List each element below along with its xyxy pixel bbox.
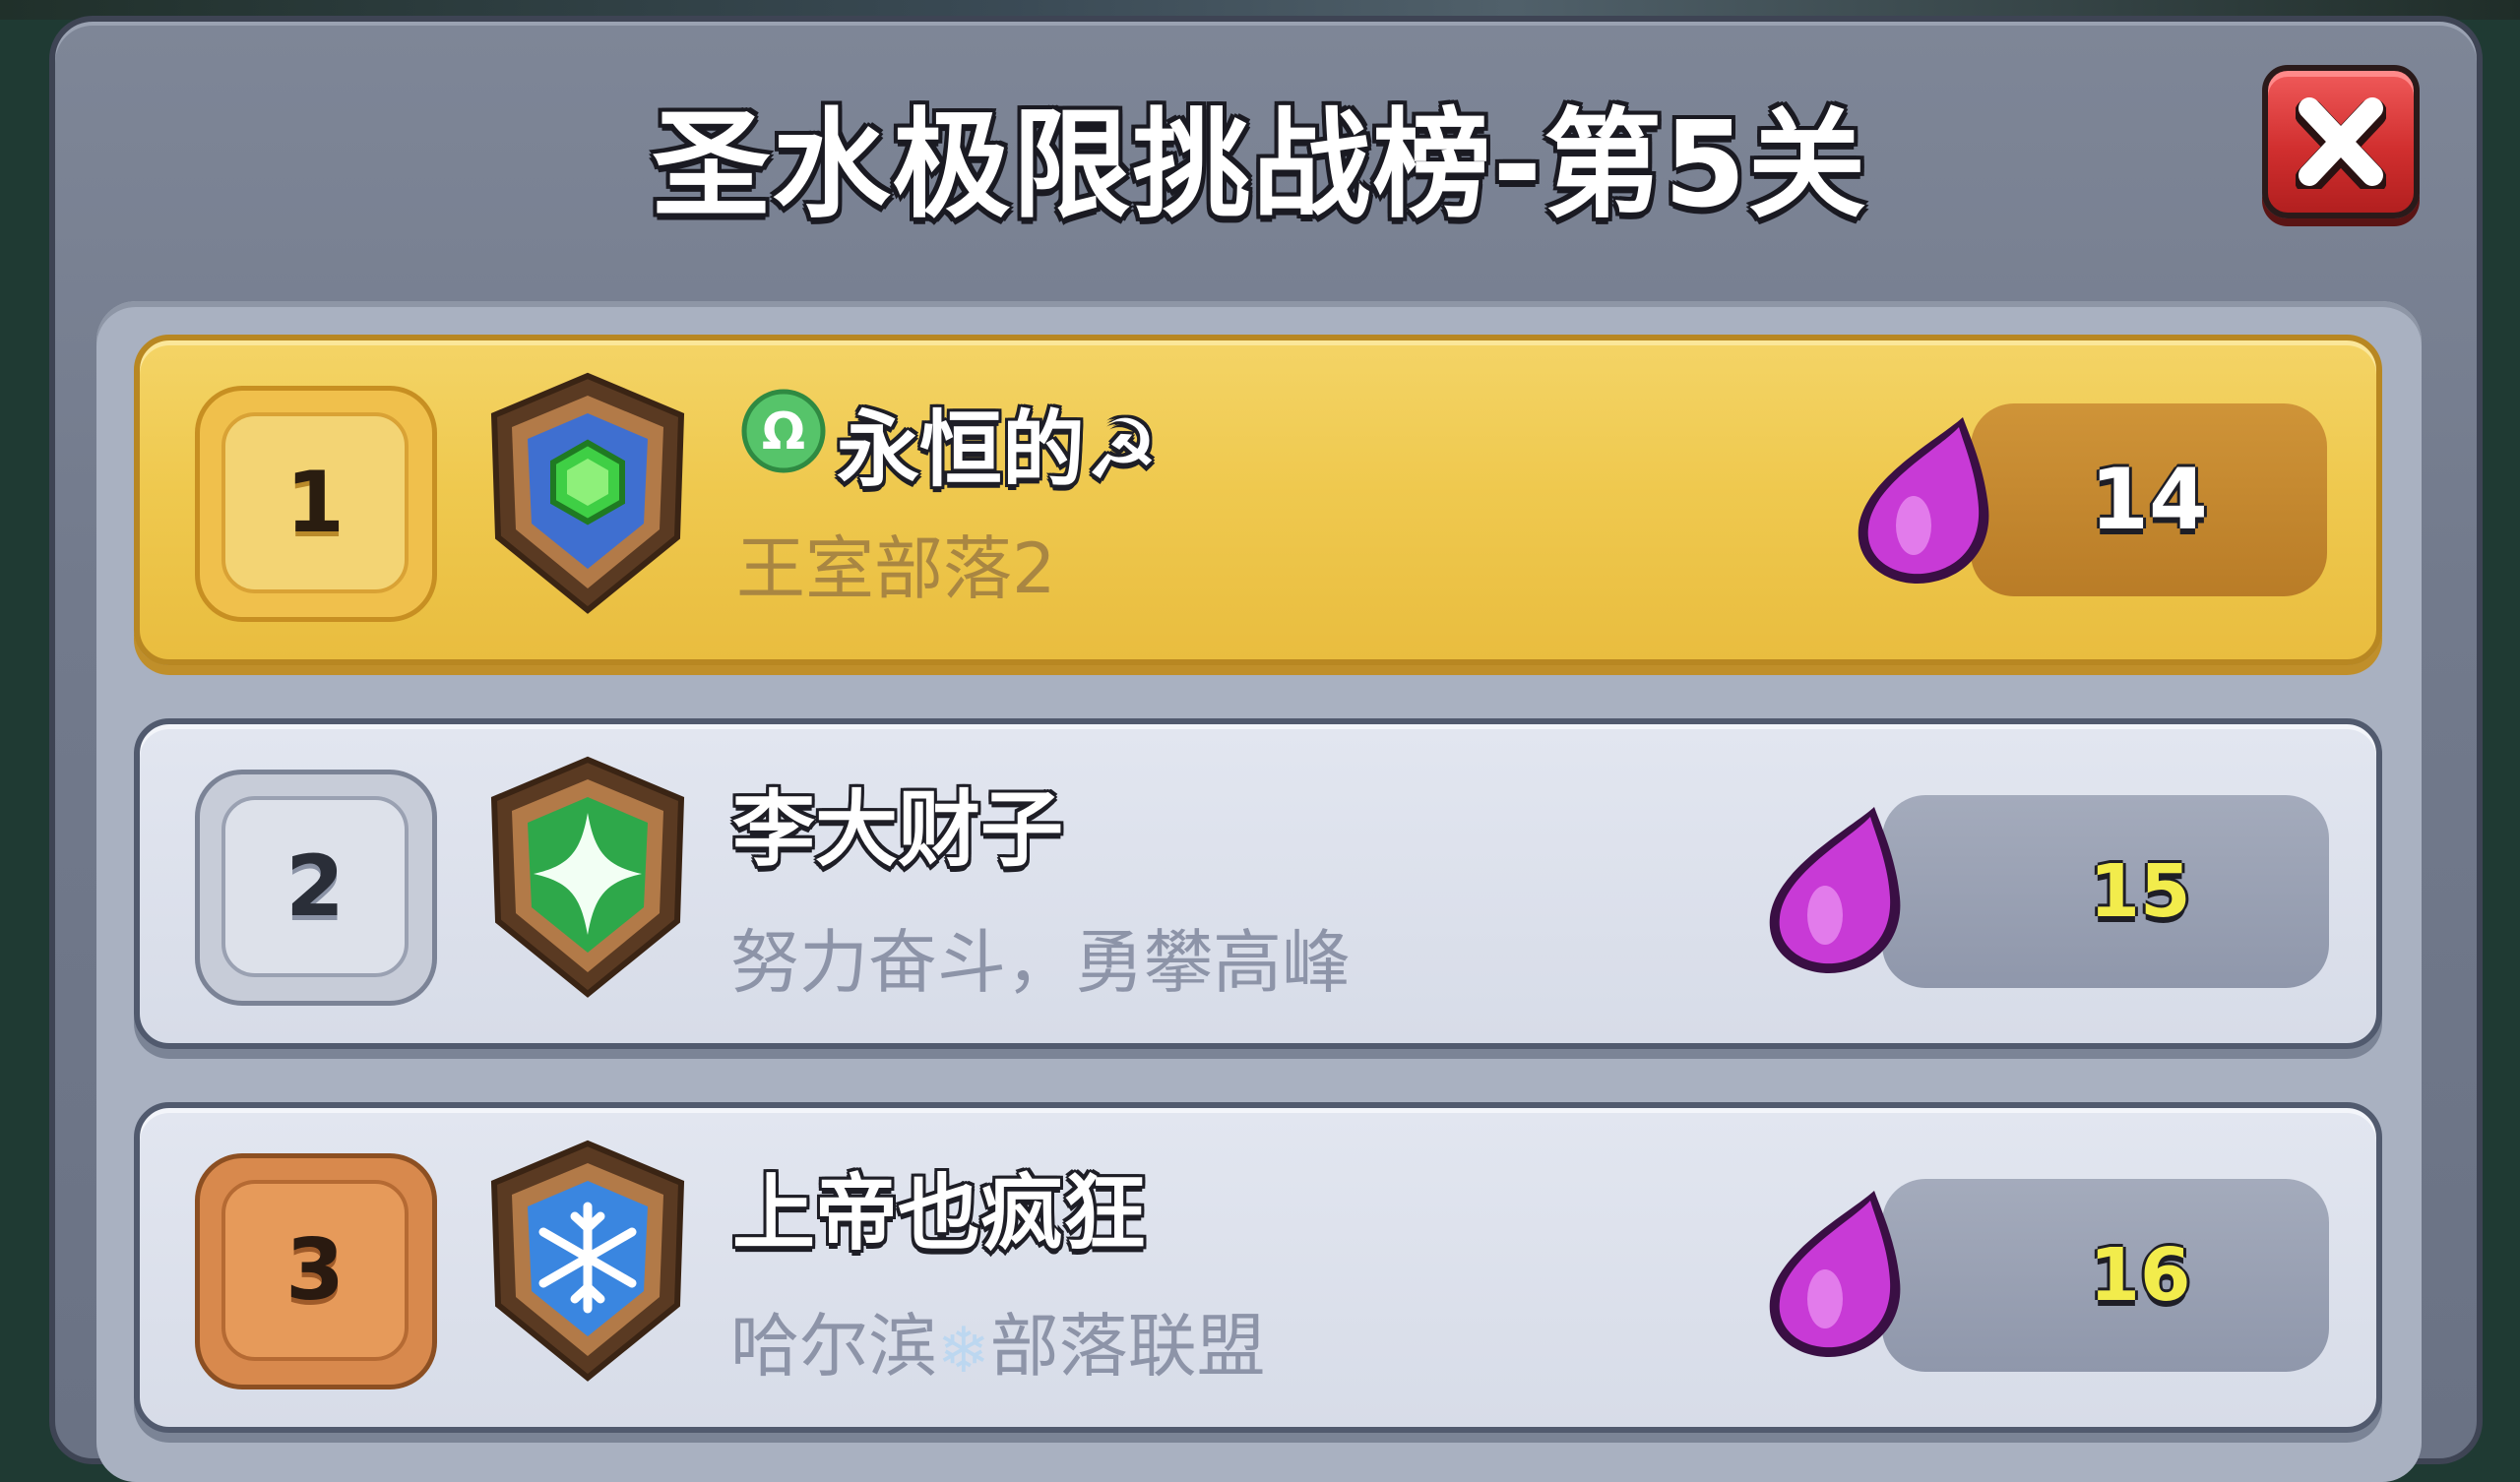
clan-name: 努力奋斗，勇攀高峰 (730, 922, 1351, 1003)
snowflake-shield-icon (490, 1140, 685, 1382)
rank-badge: 1 (195, 386, 437, 622)
rank-number: 1 (221, 412, 409, 593)
green-gem-shield-icon (490, 372, 685, 614)
elixir-drop-icon (1858, 417, 1989, 584)
player-name: 永恒的☭ (837, 401, 1160, 498)
score-box: 16 (1882, 1179, 2329, 1372)
score-box: 14 (1971, 403, 2327, 596)
close-icon (2296, 97, 2386, 189)
elixir-drop-icon (1769, 807, 1901, 973)
close-button[interactable] (2262, 65, 2420, 218)
page-title: 圣水极限挑战榜-第5关 (652, 97, 1868, 234)
clan-name-part: 哈尔滨 (730, 1306, 937, 1387)
svg-text:Ω: Ω (762, 402, 805, 462)
libra-icon: Ω (741, 389, 826, 473)
player-name: 上帝也疯狂 (732, 1165, 1147, 1262)
player-name: 李大财子 (732, 781, 1064, 878)
rank-number: 2 (221, 796, 409, 977)
leaderboard-row-2[interactable]: 2 李大财子 努力奋斗，勇攀高峰 15 (134, 718, 2382, 1049)
clan-name: 王室部落2 (736, 528, 1056, 609)
leaderboard-row-1[interactable]: 1 Ω 永恒的☭ 王室部落2 14 (134, 335, 2382, 665)
elixir-drop-icon (1769, 1191, 1901, 1357)
score-box: 15 (1882, 795, 2329, 988)
snowflake-icon: ❄ (937, 1314, 990, 1388)
green-star-shield-icon (490, 756, 685, 998)
clan-name-part: 部落联盟 (989, 1306, 1266, 1387)
leaderboard-row-3[interactable]: 3 上帝也疯狂 哈尔滨❄部落联盟 16 (134, 1102, 2382, 1433)
clan-name: 哈尔滨❄部落联盟 (730, 1291, 1266, 1390)
rank-badge: 2 (195, 770, 437, 1006)
rank-number: 3 (221, 1180, 409, 1361)
rank-badge: 3 (195, 1153, 437, 1389)
